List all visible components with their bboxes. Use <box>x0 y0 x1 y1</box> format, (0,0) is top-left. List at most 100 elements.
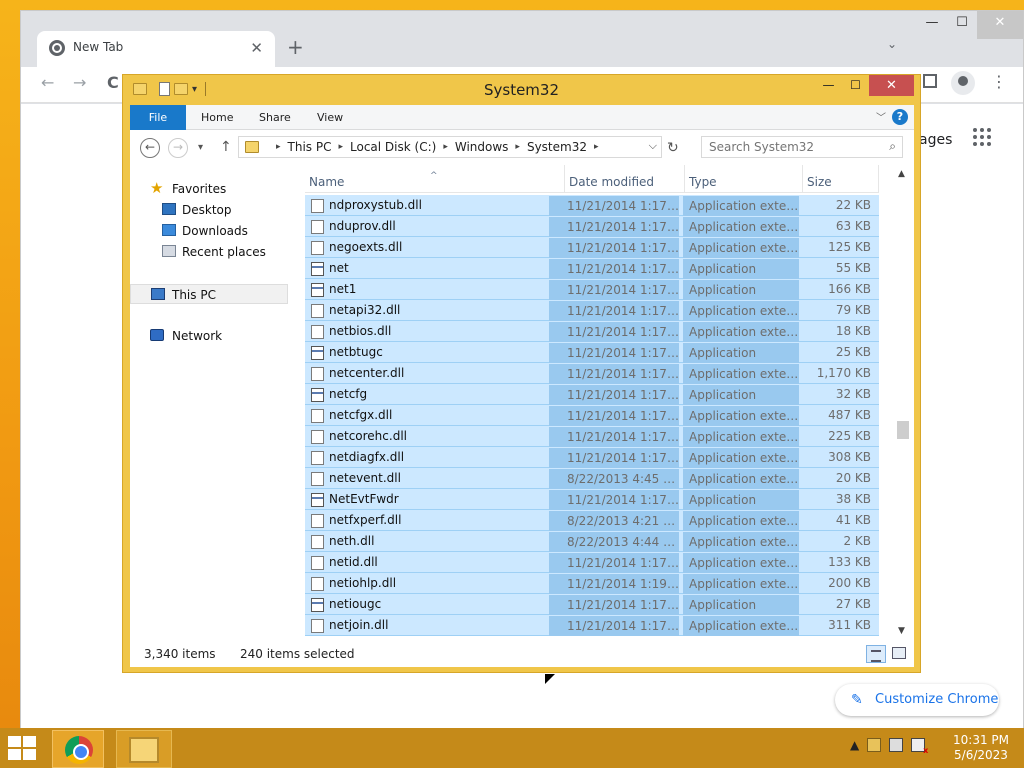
search-box[interactable]: ⌕ <box>701 136 903 158</box>
table-row[interactable]: netcenter.dll 11/21/2014 1:17 AM Applicati… <box>305 363 879 384</box>
breadcrumb-windows[interactable]: Windows <box>455 140 509 154</box>
table-row[interactable]: netapi32.dll 11/21/2014 1:17 AM Applicatio… <box>305 300 879 321</box>
taskbar-explorer-button[interactable] <box>116 730 172 768</box>
file-size: 41 KB <box>835 513 871 527</box>
chevron-right-icon[interactable]: ▸ <box>276 142 281 152</box>
table-row[interactable]: nduprov.dll 11/21/2014 1:17 AM Application… <box>305 216 879 237</box>
images-link[interactable]: ages <box>919 132 952 148</box>
ribbon-tab-file[interactable]: File <box>130 105 186 130</box>
table-row[interactable]: NetEvtFwdr 11/21/2014 1:17 AM Application 3… <box>305 489 879 510</box>
table-row[interactable]: netbios.dll 11/21/2014 1:17 AM Application… <box>305 321 879 342</box>
scroll-down-icon[interactable]: ▼ <box>898 626 905 636</box>
table-row[interactable]: ndproxystub.dll 11/21/2014 1:17 AM Applica… <box>305 195 879 216</box>
table-row[interactable]: netid.dll 11/21/2014 1:17 AM Application e… <box>305 552 879 573</box>
profile-avatar-icon[interactable] <box>951 71 975 95</box>
column-header-date[interactable]: Date modified <box>565 165 685 193</box>
nav-network[interactable]: Network <box>130 326 288 346</box>
file-name: ndproxystub.dll <box>329 198 422 212</box>
action-center-flag-icon[interactable] <box>867 738 882 752</box>
table-row[interactable]: netiohlp.dll 11/21/2014 1:19 AM Applicatio… <box>305 573 879 594</box>
up-button[interactable]: ↑ <box>220 139 232 155</box>
side-panel-icon[interactable] <box>923 74 937 88</box>
chevron-right-icon[interactable]: ▸ <box>594 142 599 152</box>
nav-favorites[interactable]: ★ Favorites <box>130 179 288 199</box>
table-row[interactable]: netevent.dll 8/22/2013 4:45 AM Application… <box>305 468 879 489</box>
tab-search-icon[interactable]: ⌄ <box>887 37 897 51</box>
explorer-minimize-button[interactable]: — <box>815 75 842 96</box>
breadcrumb-system32[interactable]: System32 <box>527 140 587 154</box>
scroll-thumb[interactable] <box>897 421 909 439</box>
back-button[interactable]: ← <box>140 138 160 158</box>
large-icons-view-icon[interactable] <box>892 647 906 659</box>
vertical-scrollbar[interactable]: ▲ ▼ <box>895 165 912 640</box>
table-row[interactable]: negoexts.dll 11/21/2014 1:17 AM Applicatio… <box>305 237 879 258</box>
search-input[interactable] <box>702 137 872 157</box>
volume-muted-icon[interactable] <box>911 738 928 755</box>
expand-ribbon-icon[interactable]: ﹀ <box>876 109 886 124</box>
nav-recent-places[interactable]: Recent places <box>130 242 288 262</box>
nav-label: Downloads <box>182 224 248 238</box>
tab-title: New Tab <box>73 40 124 54</box>
breadcrumb-this-pc[interactable]: This PC <box>288 140 332 154</box>
column-header-name[interactable]: ^ Name <box>305 165 565 193</box>
column-header-size[interactable]: Size <box>803 165 879 193</box>
new-tab-button[interactable]: + <box>287 35 304 59</box>
table-row[interactable]: netdiagfx.dll 11/21/2014 1:17 AM Applicati… <box>305 447 879 468</box>
customize-chrome-button[interactable]: ✎ Customize Chrome <box>835 684 999 716</box>
file-type: Application <box>683 280 799 300</box>
refresh-icon[interactable]: ↻ <box>667 140 679 156</box>
table-row[interactable]: net1 11/21/2014 1:17 AM Application 166 KB <box>305 279 879 300</box>
search-icon[interactable]: ⌕ <box>889 139 896 154</box>
show-hidden-icons-icon[interactable]: ▲ <box>850 738 859 752</box>
explorer-title-bar[interactable]: ▾ System32 — ☐ ✕ <box>123 75 920 105</box>
address-bar[interactable]: ▸ This PC ▸ Local Disk (C:) ▸ Windows ▸ … <box>238 136 662 158</box>
tab-new-tab[interactable]: New Tab ✕ <box>37 31 275 67</box>
table-row[interactable]: netiougc 11/21/2014 1:17 AM Application 27 … <box>305 594 879 615</box>
recent-locations-icon[interactable]: ▾ <box>198 142 203 153</box>
table-row[interactable]: netjoin.dll 11/21/2014 1:17 AM Application… <box>305 615 879 636</box>
file-type: Application <box>683 385 799 405</box>
close-button[interactable]: ✕ <box>977 11 1023 39</box>
maximize-button[interactable]: ☐ <box>947 11 977 39</box>
breadcrumb-local-disk[interactable]: Local Disk (C:) <box>350 140 436 154</box>
chevron-right-icon[interactable]: ▸ <box>515 142 520 152</box>
start-button[interactable] <box>8 736 38 760</box>
help-icon[interactable]: ? <box>892 109 908 125</box>
explorer-close-button[interactable]: ✕ <box>869 75 914 96</box>
forward-button[interactable]: → <box>73 73 86 92</box>
explorer-maximize-button[interactable]: ☐ <box>842 75 869 96</box>
network-tray-icon[interactable] <box>889 738 904 752</box>
ribbon-tab-view[interactable]: View <box>317 105 343 130</box>
table-row[interactable]: netbtugc 11/21/2014 1:17 AM Application 25 … <box>305 342 879 363</box>
ribbon-tab-share[interactable]: Share <box>259 105 291 130</box>
address-dropdown-icon[interactable]: ⌵ <box>649 139 657 153</box>
forward-button[interactable]: → <box>168 138 188 158</box>
taskbar-clock[interactable]: 10:31 PM 5/6/2023 <box>946 733 1016 763</box>
chevron-right-icon[interactable]: ▸ <box>443 142 448 152</box>
details-view-icon[interactable] <box>866 645 886 663</box>
chrome-menu-icon[interactable]: ⋮ <box>991 72 1007 91</box>
table-row[interactable]: neth.dll 8/22/2013 4:44 AM Application ext… <box>305 531 879 552</box>
file-size: 25 KB <box>835 345 871 359</box>
table-row[interactable]: net 11/21/2014 1:17 AM Application 55 KB <box>305 258 879 279</box>
chevron-right-icon[interactable]: ▸ <box>338 142 343 152</box>
desktop-icon <box>162 203 176 215</box>
minimize-button[interactable]: — <box>917 11 947 39</box>
column-header-type[interactable]: Type <box>685 165 803 193</box>
table-row[interactable]: netfxperf.dll 8/22/2013 4:21 AM Applicatio… <box>305 510 879 531</box>
google-apps-icon[interactable] <box>973 128 991 146</box>
file-date: 11/21/2014 1:17 AM <box>549 385 679 405</box>
back-button[interactable]: ← <box>41 73 54 92</box>
nav-desktop[interactable]: Desktop <box>130 200 288 220</box>
table-row[interactable]: netcfg 11/21/2014 1:17 AM Application 32 KB <box>305 384 879 405</box>
ribbon-tab-home[interactable]: Home <box>201 105 233 130</box>
table-row[interactable]: netcfgx.dll 11/21/2014 1:17 AM Application… <box>305 405 879 426</box>
nav-downloads[interactable]: Downloads <box>130 221 288 241</box>
reload-button[interactable]: C <box>107 73 119 92</box>
tab-close-icon[interactable]: ✕ <box>250 39 263 57</box>
nav-this-pc[interactable]: This PC <box>130 284 288 304</box>
scroll-up-icon[interactable]: ▲ <box>898 169 905 179</box>
file-date: 11/21/2014 1:17 AM <box>549 364 679 384</box>
taskbar-chrome-button[interactable] <box>52 730 104 768</box>
table-row[interactable]: netcorehc.dll 11/21/2014 1:17 AM Applicati… <box>305 426 879 447</box>
